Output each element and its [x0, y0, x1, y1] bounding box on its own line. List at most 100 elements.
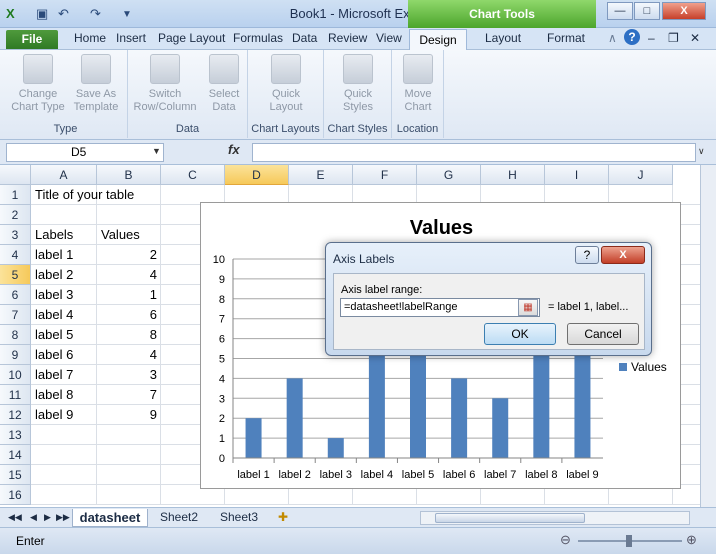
tab-layout[interactable]: Layout	[485, 31, 521, 45]
cell-a12[interactable]: label 9	[31, 405, 97, 425]
switch-row-column-button[interactable]: Switch Row/Column	[130, 54, 200, 114]
workbook-restore-icon[interactable]: ❐	[668, 31, 679, 45]
chart-bar[interactable]	[245, 418, 262, 458]
column-header-d[interactable]: D	[225, 165, 289, 185]
expand-formula-bar-icon[interactable]: ∨	[698, 146, 705, 157]
formula-input[interactable]	[252, 143, 696, 162]
tab-page-layout[interactable]: Page Layout	[158, 31, 225, 45]
cell-a9[interactable]: label 6	[31, 345, 97, 365]
collapse-dialog-icon[interactable]: ▦	[518, 299, 538, 316]
row-header-14[interactable]: 14	[0, 445, 31, 465]
chart-bar[interactable]	[451, 378, 468, 458]
column-header-a[interactable]: A	[31, 165, 97, 185]
cell-a8[interactable]: label 5	[31, 325, 97, 345]
column-header-i[interactable]: I	[545, 165, 609, 185]
column-header-h[interactable]: H	[481, 165, 545, 185]
zoom-out-icon[interactable]: ⊖	[560, 532, 571, 548]
tab-review[interactable]: Review	[328, 31, 367, 45]
dialog-close-button[interactable]: X	[601, 246, 645, 264]
cell-b3[interactable]: Values	[97, 225, 161, 245]
cell-b7[interactable]: 6	[97, 305, 161, 325]
row-header-8[interactable]: 8	[0, 325, 31, 345]
row-header-13[interactable]: 13	[0, 425, 31, 445]
cell-a3[interactable]: Labels	[31, 225, 97, 245]
column-header-e[interactable]: E	[289, 165, 353, 185]
first-sheet-icon[interactable]: ◀◀	[8, 509, 22, 527]
column-header-b[interactable]: B	[97, 165, 161, 185]
cell-b12[interactable]: 9	[97, 405, 161, 425]
save-as-template-button[interactable]: Save As Template	[68, 54, 124, 114]
column-header-f[interactable]: F	[353, 165, 417, 185]
row-header-4[interactable]: 4	[0, 245, 31, 265]
tab-design[interactable]: Design	[409, 29, 467, 51]
tab-home[interactable]: Home	[74, 31, 106, 45]
zoom-slider-thumb[interactable]	[626, 535, 632, 547]
dialog-help-button[interactable]: ?	[575, 246, 599, 264]
column-header-j[interactable]: J	[609, 165, 673, 185]
quick-styles-button[interactable]: Quick Styles	[330, 54, 386, 114]
cell-b10[interactable]: 3	[97, 365, 161, 385]
select-data-button[interactable]: Select Data	[202, 54, 246, 114]
chart-bar[interactable]	[368, 338, 385, 458]
insert-function-icon[interactable]: fx	[228, 142, 240, 157]
row-header-7[interactable]: 7	[0, 305, 31, 325]
minimize-button[interactable]: —	[607, 2, 633, 20]
sheet-tab-datasheet[interactable]: datasheet	[72, 509, 148, 527]
cell-b11[interactable]: 7	[97, 385, 161, 405]
move-chart-button[interactable]: Move Chart	[396, 54, 440, 114]
cell-a11[interactable]: label 8	[31, 385, 97, 405]
cell-b4[interactable]: 2	[97, 245, 161, 265]
horizontal-scrollbar[interactable]	[420, 511, 690, 525]
tab-file[interactable]: File	[6, 30, 58, 49]
prev-sheet-icon[interactable]: ◀	[30, 509, 37, 527]
insert-sheet-icon[interactable]: ✚	[278, 509, 288, 527]
cancel-button[interactable]: Cancel	[567, 323, 639, 345]
chart-bar[interactable]	[327, 438, 344, 458]
name-box[interactable]: D5	[6, 143, 164, 162]
cell-b8[interactable]: 8	[97, 325, 161, 345]
cell-a7[interactable]: label 4	[31, 305, 97, 325]
row-header-2[interactable]: 2	[0, 205, 31, 225]
cell-b9[interactable]: 4	[97, 345, 161, 365]
maximize-button[interactable]: □	[634, 2, 660, 20]
row-header-5[interactable]: 5	[0, 265, 31, 285]
column-header-g[interactable]: G	[417, 165, 481, 185]
row-header-16[interactable]: 16	[0, 485, 31, 505]
tab-data[interactable]: Data	[292, 31, 317, 45]
row-header-6[interactable]: 6	[0, 285, 31, 305]
row-header-9[interactable]: 9	[0, 345, 31, 365]
tab-insert[interactable]: Insert	[116, 31, 146, 45]
workbook-minimize-icon[interactable]: –	[648, 31, 655, 45]
select-all-corner[interactable]	[0, 165, 31, 185]
chart-bar[interactable]	[492, 398, 509, 458]
row-header-10[interactable]: 10	[0, 365, 31, 385]
sheet-tab-sheet2[interactable]: Sheet2	[150, 509, 208, 527]
last-sheet-icon[interactable]: ▶▶	[56, 509, 70, 527]
row-header-15[interactable]: 15	[0, 465, 31, 485]
name-box-dropdown-icon[interactable]: ▼	[152, 146, 161, 156]
change-chart-type-button[interactable]: Change Chart Type	[10, 54, 66, 114]
tab-format[interactable]: Format	[547, 31, 585, 45]
cell-a5[interactable]: label 2	[31, 265, 97, 285]
tab-formulas[interactable]: Formulas	[233, 31, 283, 45]
row-header-11[interactable]: 11	[0, 385, 31, 405]
quick-layout-button[interactable]: Quick Layout	[258, 54, 314, 114]
cell-a10[interactable]: label 7	[31, 365, 97, 385]
cell-a6[interactable]: label 3	[31, 285, 97, 305]
vertical-scrollbar[interactable]	[700, 165, 716, 507]
axis-label-range-input[interactable]: =datasheet!labelRange	[340, 298, 540, 317]
tab-view[interactable]: View	[376, 31, 402, 45]
row-header-3[interactable]: 3	[0, 225, 31, 245]
ok-button[interactable]: OK	[484, 323, 556, 345]
close-window-button[interactable]: X	[662, 2, 706, 20]
zoom-in-icon[interactable]: ⊕	[686, 532, 697, 548]
row-header-12[interactable]: 12	[0, 405, 31, 425]
chart-bar[interactable]	[286, 378, 303, 458]
horizontal-scroll-thumb[interactable]	[435, 513, 585, 523]
help-icon[interactable]: ?	[624, 29, 640, 45]
cell-b5[interactable]: 4	[97, 265, 161, 285]
cell-a4[interactable]: label 1	[31, 245, 97, 265]
row-header-1[interactable]: 1	[0, 185, 31, 205]
minimize-ribbon-icon[interactable]: ∧	[608, 31, 617, 45]
workbook-close-icon[interactable]: ✕	[690, 31, 700, 45]
